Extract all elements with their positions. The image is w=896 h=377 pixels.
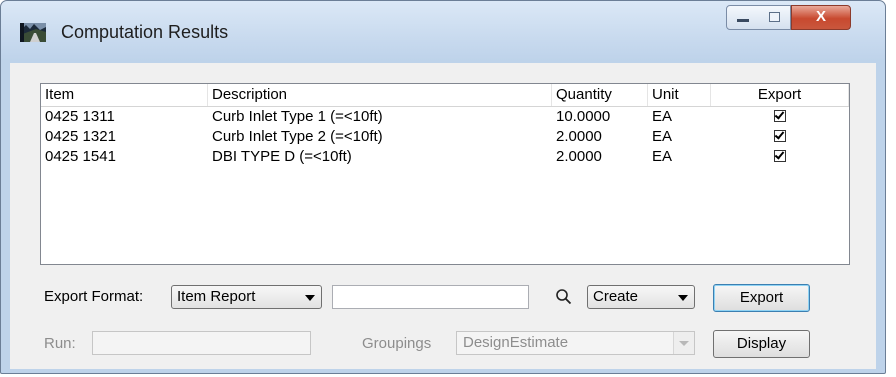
- table-row[interactable]: 0425 1321 Curb Inlet Type 2 (=<10ft) 2.0…: [41, 127, 849, 147]
- unit-cell: EA: [652, 128, 673, 145]
- unit-cell: EA: [652, 148, 673, 165]
- list-header: Item Description Quantity Unit Export: [41, 84, 849, 107]
- minimize-icon: [737, 19, 749, 22]
- item-cell: 0425 1311: [45, 108, 115, 125]
- export-button[interactable]: Export: [713, 284, 810, 312]
- run-input[interactable]: [92, 331, 311, 355]
- close-button[interactable]: X: [791, 5, 851, 30]
- quantity-cell: 10.0000: [556, 108, 611, 125]
- groupings-select[interactable]: DesignEstimate: [456, 331, 695, 355]
- column-header-quantity[interactable]: Quantity: [552, 84, 648, 106]
- export-cell: [711, 127, 849, 147]
- quantity-cell: 2.0000: [556, 128, 602, 145]
- minimize-button[interactable]: [726, 5, 760, 30]
- table-row[interactable]: 0425 1541 DBI TYPE D (=<10ft) 2.0000 EA: [41, 147, 849, 167]
- export-format-label: Export Format:: [44, 288, 144, 305]
- column-header-export[interactable]: Export: [711, 84, 849, 106]
- item-cell: 0425 1541: [45, 148, 116, 165]
- maximize-icon: [769, 12, 780, 22]
- export-format-select[interactable]: Item Report: [171, 285, 322, 309]
- chevron-down-icon: [673, 332, 694, 354]
- computation-results-window: Computation Results X Item Description Q…: [0, 0, 886, 374]
- export-cell: [711, 107, 849, 127]
- export-checkbox[interactable]: [774, 130, 786, 142]
- description-cell: DBI TYPE D (=<10ft): [212, 148, 352, 165]
- groupings-value: DesignEstimate: [463, 334, 569, 351]
- dialog-client-area: Item Description Quantity Unit Export 04…: [10, 63, 876, 369]
- chevron-down-icon: [678, 295, 688, 301]
- unit-cell: EA: [652, 108, 673, 125]
- groupings-label: Groupings: [362, 335, 432, 352]
- results-list[interactable]: Item Description Quantity Unit Export 04…: [40, 83, 850, 265]
- column-header-item[interactable]: Item: [41, 84, 208, 106]
- run-label: Run:: [44, 335, 76, 352]
- description-cell: Curb Inlet Type 1 (=<10ft): [212, 108, 383, 125]
- column-header-description[interactable]: Description: [208, 84, 552, 106]
- road-app-icon: [20, 23, 46, 42]
- item-cell: 0425 1321: [45, 128, 116, 145]
- chevron-down-icon: [305, 295, 315, 301]
- create-select[interactable]: Create: [587, 285, 695, 309]
- export-format-value: Item Report: [177, 288, 256, 305]
- export-cell: [711, 147, 849, 167]
- export-format-text-input[interactable]: [332, 285, 529, 309]
- display-button[interactable]: Display: [713, 330, 810, 358]
- maximize-button[interactable]: [759, 5, 791, 30]
- description-cell: Curb Inlet Type 2 (=<10ft): [212, 128, 383, 145]
- window-title: Computation Results: [61, 22, 229, 42]
- quantity-cell: 2.0000: [556, 148, 602, 165]
- magnifier-icon[interactable]: [555, 288, 572, 305]
- export-checkbox[interactable]: [774, 150, 786, 162]
- close-icon: X: [815, 8, 826, 25]
- export-checkbox[interactable]: [774, 110, 786, 122]
- table-row[interactable]: 0425 1311 Curb Inlet Type 1 (=<10ft) 10.…: [41, 107, 849, 127]
- title-bar[interactable]: Computation Results X: [1, 1, 885, 63]
- column-header-unit[interactable]: Unit: [648, 84, 711, 106]
- create-select-value: Create: [593, 288, 639, 305]
